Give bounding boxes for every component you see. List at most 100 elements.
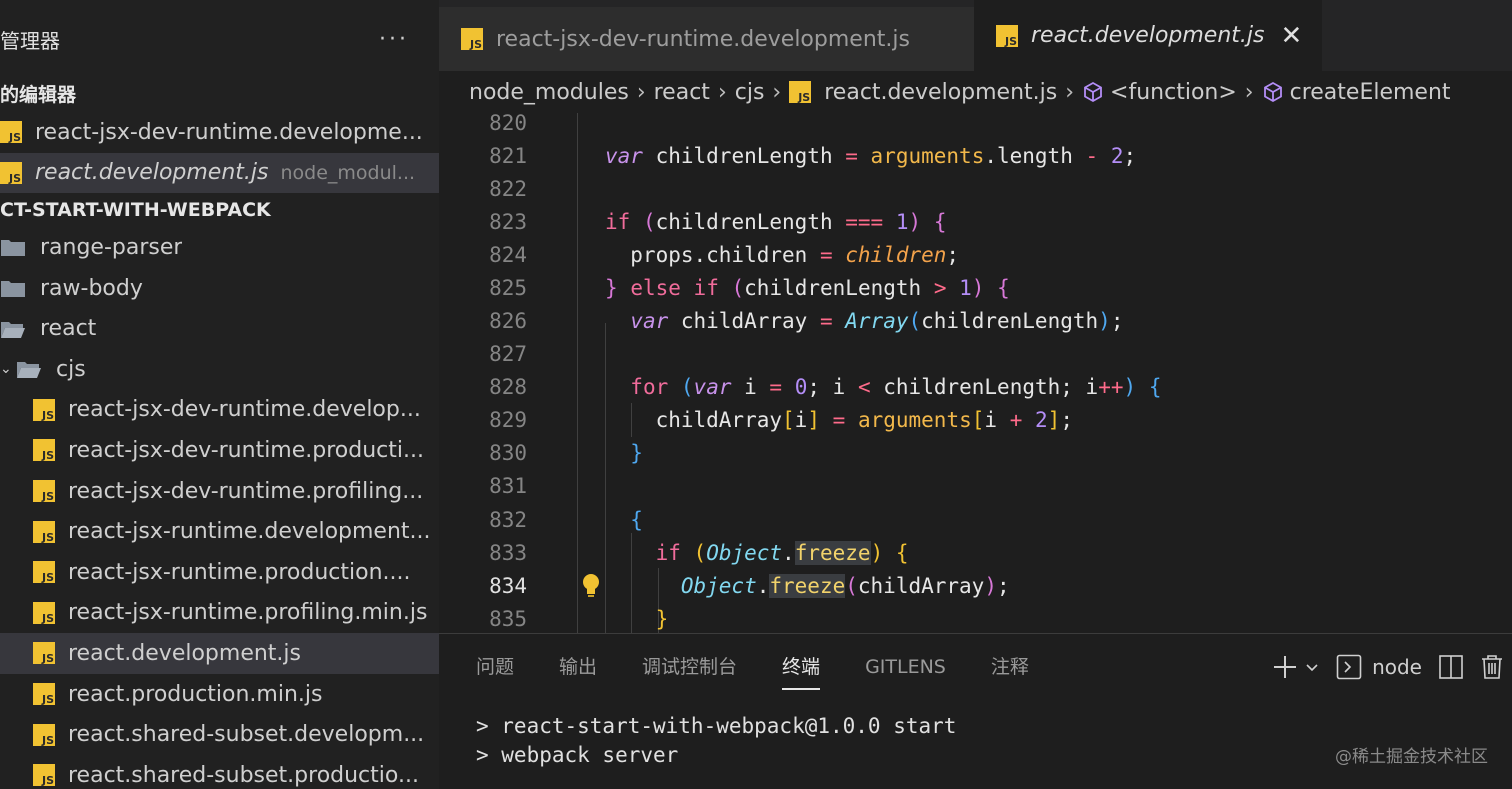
js-file-icon: JS (789, 81, 812, 103)
open-editor-item[interactable]: JS react-jsx-dev-runtime.developme... (0, 112, 439, 153)
more-actions-icon[interactable]: ··· (379, 27, 409, 52)
tab-gitlens[interactable]: GITLENS (865, 634, 946, 700)
breadcrumb-item[interactable]: createElement (1290, 80, 1451, 105)
tree-label: react.production.min.js (68, 681, 323, 707)
explorer-title-bar: 管理器 ··· (0, 0, 439, 78)
code-line: 828 for (var i = 0; i < childrenLength; … (439, 371, 1512, 404)
tab-label: react.development.js (1031, 23, 1265, 48)
js-file-icon: JS (461, 28, 483, 50)
close-icon[interactable]: ✕ (1280, 21, 1302, 51)
code-line: 830 } (439, 437, 1512, 470)
chevron-down-icon[interactable] (1304, 659, 1320, 675)
code-text: var childrenLength = arguments.length - … (605, 144, 1137, 168)
tree-file[interactable]: JS react.shared-subset.developm... (0, 714, 439, 755)
folder-open-icon (16, 359, 42, 379)
tab-label: react-jsx-dev-runtime.development.js (496, 26, 910, 52)
folder-open-icon (0, 319, 26, 339)
breadcrumb-item[interactable]: <function> (1110, 80, 1237, 105)
open-editor-path: node_modul... (280, 161, 416, 184)
tab-react-development[interactable]: JS react.development.js ✕ (974, 0, 1322, 71)
code-line: 831 (439, 470, 1512, 503)
line-number: 820 (489, 113, 527, 135)
symbol-cube-icon (1084, 81, 1102, 103)
terminal-icon (1336, 654, 1362, 680)
code-line: 829 childArray[i] = arguments[i + 2]; (439, 404, 1512, 437)
tree-file[interactable]: JS react-jsx-dev-runtime.profiling... (0, 471, 439, 512)
split-terminal-button[interactable] (1438, 654, 1464, 680)
tab-debug-console[interactable]: 调试控制台 (642, 634, 737, 700)
tab-terminal[interactable]: 终端 (782, 634, 821, 700)
project-header[interactable]: CT-START-WITH-WEBPACK (0, 193, 439, 227)
code-line: 835 } (439, 603, 1512, 633)
folder-icon (0, 278, 26, 298)
line-number: 829 (489, 408, 527, 432)
add-terminal-button[interactable] (1272, 654, 1320, 680)
tree-label: cjs (56, 356, 86, 382)
breadcrumb-item[interactable]: react.development.js (824, 80, 1057, 105)
tab-react-jsx-dev-runtime[interactable]: JS react-jsx-dev-runtime.development.js (439, 7, 974, 71)
trash-icon (1482, 655, 1502, 679)
tree-file[interactable]: JS react-jsx-runtime.production.... (0, 552, 439, 593)
tree-file[interactable]: JS react.production.min.js (0, 674, 439, 715)
open-editor-label: react.development.js (35, 160, 269, 186)
tab-comments[interactable]: 注释 (991, 634, 1029, 700)
code-text: } (655, 607, 669, 631)
tree-file[interactable]: JS react.shared-subset.productio... (0, 755, 439, 789)
js-file-icon: JS (33, 520, 55, 543)
tree-folder-cjs[interactable]: ⌄ cjs (0, 349, 439, 390)
tree-label: react.shared-subset.productio... (68, 762, 419, 788)
tree-file[interactable]: JS react-jsx-runtime.profiling.min.js (0, 593, 439, 634)
terminal-selector[interactable]: node (1336, 654, 1422, 680)
tree-label: react-jsx-dev-runtime.profiling... (68, 478, 424, 504)
line-number: 827 (489, 342, 527, 366)
js-file-icon: JS (0, 161, 22, 184)
kill-terminal-button[interactable] (1480, 654, 1504, 680)
breadcrumb-item[interactable]: cjs (735, 80, 765, 105)
tab-problems[interactable]: 问题 (476, 634, 514, 700)
tree-file[interactable]: JS react-jsx-dev-runtime.develop... (0, 390, 439, 431)
line-number: 822 (489, 177, 527, 201)
tab-output[interactable]: 输出 (559, 634, 597, 700)
tree-file[interactable]: JS react-jsx-dev-runtime.producti... (0, 430, 439, 471)
tree-label: react-jsx-runtime.production.... (68, 559, 411, 585)
code-line: 824 props.children = children; (439, 239, 1512, 272)
line-number: 825 (489, 276, 527, 300)
line-number: 834 (489, 574, 527, 598)
code-text: if (Object.freeze) { (655, 541, 909, 565)
js-file-icon: JS (33, 601, 55, 624)
code-line-current: 834 Object.freeze(childArray); (439, 570, 1512, 603)
breadcrumb-separator: › (1244, 79, 1254, 105)
code-editor[interactable]: 820 821 var childrenLength = arguments.l… (439, 113, 1512, 633)
terminal-output[interactable]: > react-start-with-webpack@1.0.0 start > … (476, 712, 956, 770)
js-file-icon: JS (33, 439, 55, 462)
code-text: childArray[i] = arguments[i + 2]; (605, 408, 1073, 432)
breadcrumb-separator: › (1065, 79, 1075, 105)
breadcrumb-item[interactable]: node_modules (469, 80, 629, 105)
tree-label: react (40, 316, 97, 342)
tree-file-selected[interactable]: JS react.development.js (0, 633, 439, 674)
line-number: 828 (489, 375, 527, 399)
line-number: 821 (489, 144, 527, 168)
terminal-name: node (1372, 655, 1422, 679)
lightbulb-icon[interactable] (581, 570, 601, 600)
code-line: 827 (439, 338, 1512, 371)
open-editor-label: react-jsx-dev-runtime.developme... (35, 119, 423, 145)
tree-folder-range-parser[interactable]: range-parser (0, 227, 439, 268)
js-file-icon: JS (33, 561, 55, 584)
breadcrumb-item[interactable]: react (654, 80, 710, 105)
editor-tab-bar: JS react-jsx-dev-runtime.development.js … (439, 0, 1512, 71)
tree-folder-react[interactable]: react (0, 308, 439, 349)
open-editor-item-active[interactable]: JS react.development.js node_modul... (0, 152, 439, 194)
tree-folder-raw-body[interactable]: raw-body (0, 268, 439, 309)
terminal-line: > webpack server (476, 743, 679, 767)
tree-label: range-parser (40, 234, 183, 260)
line-number: 830 (489, 441, 527, 465)
tree-file[interactable]: JS react-jsx-runtime.development... (0, 511, 439, 552)
line-number: 831 (489, 474, 527, 498)
chevron-down-icon[interactable]: ⌄ (0, 361, 14, 377)
open-editors-header[interactable]: 的编辑器 (0, 78, 439, 112)
code-line: 823 if (childrenLength === 1) { (439, 206, 1512, 239)
code-line: 825 } else if (childrenLength > 1) { (439, 272, 1512, 305)
line-number: 823 (489, 210, 527, 234)
tree-label: react-jsx-dev-runtime.develop... (68, 397, 421, 423)
